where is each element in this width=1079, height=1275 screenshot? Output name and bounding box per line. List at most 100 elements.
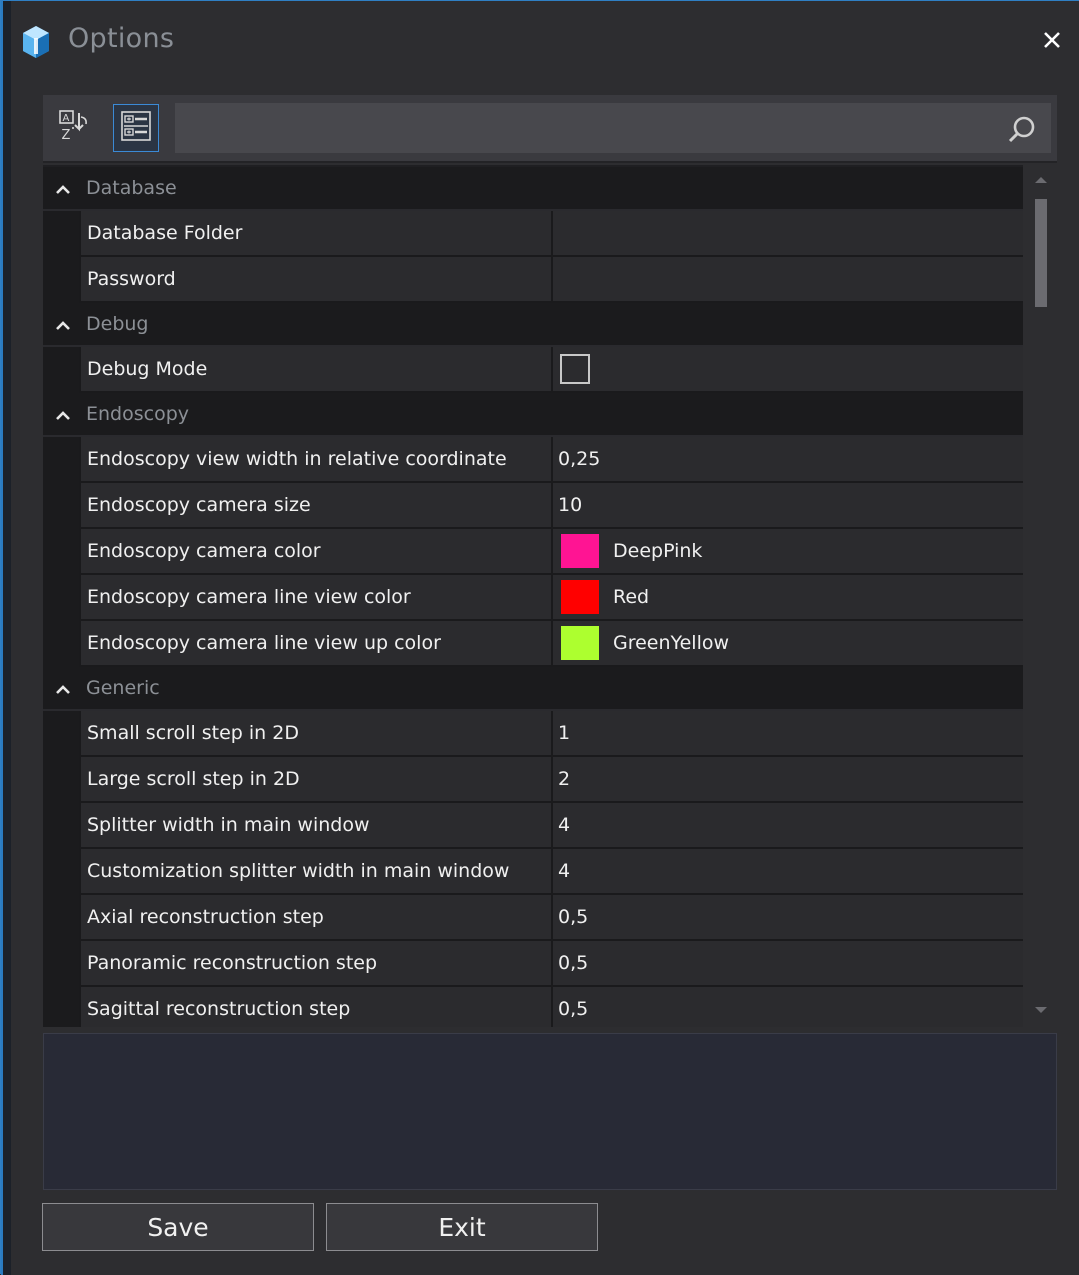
property-name-cell[interactable]: Customization splitter width in main win… xyxy=(79,849,553,895)
property-row[interactable]: Endoscopy camera size 10 xyxy=(43,483,1023,529)
close-button[interactable] xyxy=(1035,25,1069,59)
property-value-cell[interactable] xyxy=(553,257,1023,303)
property-row[interactable]: Endoscopy view width in relative coordin… xyxy=(43,437,1023,483)
property-value-cell[interactable]: 0,5 xyxy=(553,987,1023,1027)
property-value-cell[interactable]: 0,5 xyxy=(553,941,1023,987)
property-name-cell[interactable]: Endoscopy view width in relative coordin… xyxy=(79,437,553,483)
property-value-cell[interactable]: 0,25 xyxy=(553,437,1023,483)
debug-mode-checkbox[interactable] xyxy=(560,354,590,384)
category-row-generic[interactable]: Generic xyxy=(43,667,1023,711)
property-value-cell[interactable]: 10 xyxy=(553,483,1023,529)
property-name: Debug Mode xyxy=(87,358,208,380)
color-swatch xyxy=(561,580,599,614)
property-row[interactable]: Endoscopy camera line view color Red xyxy=(43,575,1023,621)
color-swatch xyxy=(561,626,599,660)
property-name-cell[interactable]: Axial reconstruction step xyxy=(79,895,553,941)
property-name-cell[interactable]: Endoscopy camera size xyxy=(79,483,553,529)
property-name-cell[interactable]: Panoramic reconstruction step xyxy=(79,941,553,987)
chevron-up-icon[interactable] xyxy=(53,679,73,699)
category-label: Endoscopy xyxy=(86,403,190,425)
property-name-cell[interactable]: Large scroll step in 2D xyxy=(79,757,553,803)
property-name-cell[interactable]: Database Folder xyxy=(79,211,553,257)
property-value-cell[interactable]: 2 xyxy=(553,757,1023,803)
save-button[interactable]: Save xyxy=(42,1203,314,1251)
category-row-endoscopy[interactable]: Endoscopy xyxy=(43,393,1023,437)
property-name-cell[interactable]: Endoscopy camera line view color xyxy=(79,575,553,621)
row-gutter xyxy=(43,575,79,621)
property-value-cell[interactable]: DeepPink xyxy=(553,529,1023,575)
row-gutter xyxy=(43,803,79,849)
chevron-up-icon[interactable] xyxy=(53,405,73,425)
app-logo-icon xyxy=(21,25,51,59)
property-row[interactable]: Axial reconstruction step 0,5 xyxy=(43,895,1023,941)
property-value-cell[interactable]: 4 xyxy=(553,803,1023,849)
search-input[interactable] xyxy=(175,103,995,153)
row-gutter xyxy=(43,941,79,987)
property-name-cell[interactable]: Small scroll step in 2D xyxy=(79,711,553,757)
scroll-down-arrow-icon[interactable] xyxy=(1031,1001,1051,1021)
property-row[interactable]: Debug Mode xyxy=(43,347,1023,393)
property-value: 0,5 xyxy=(558,906,589,928)
property-row[interactable]: Endoscopy camera line view up color Green… xyxy=(43,621,1023,667)
row-gutter xyxy=(43,211,79,257)
title-bar: Options xyxy=(1,1,1079,81)
row-gutter xyxy=(43,483,79,529)
scrollbar-thumb[interactable] xyxy=(1035,199,1047,307)
property-name: Sagittal reconstruction step xyxy=(87,998,351,1020)
property-row[interactable]: Customization splitter width in main win… xyxy=(43,849,1023,895)
row-gutter xyxy=(43,895,79,941)
category-row-debug[interactable]: Debug xyxy=(43,303,1023,347)
property-name: Password xyxy=(87,268,176,290)
property-row[interactable]: Sagittal reconstruction step 0,5 xyxy=(43,987,1023,1027)
search-icon[interactable] xyxy=(1005,113,1039,147)
property-value-cell[interactable] xyxy=(553,347,1023,393)
color-value: Red xyxy=(613,586,650,608)
color-swatch xyxy=(561,534,599,568)
property-row[interactable]: Splitter width in main window 4 xyxy=(43,803,1023,849)
sort-alphabetical-button[interactable]: A Z xyxy=(51,104,97,152)
property-row[interactable]: Panoramic reconstruction step 0,5 xyxy=(43,941,1023,987)
property-value-cell[interactable]: 4 xyxy=(553,849,1023,895)
property-name-cell[interactable]: Password xyxy=(79,257,553,303)
property-name-cell[interactable]: Sagittal reconstruction step xyxy=(79,987,553,1027)
property-value-cell[interactable] xyxy=(553,211,1023,257)
property-name: Panoramic reconstruction step xyxy=(87,952,378,974)
property-row[interactable]: Endoscopy camera color DeepPink xyxy=(43,529,1023,575)
property-value: 0,5 xyxy=(558,998,589,1020)
chevron-up-icon[interactable] xyxy=(53,179,73,199)
property-row[interactable]: Large scroll step in 2D 2 xyxy=(43,757,1023,803)
property-value-cell[interactable]: 0,5 xyxy=(553,895,1023,941)
property-name-cell[interactable]: Splitter width in main window xyxy=(79,803,553,849)
property-row[interactable]: Password xyxy=(43,257,1023,303)
vertical-scrollbar[interactable] xyxy=(1025,165,1057,1027)
property-grid-toolbar: A Z xyxy=(43,95,1057,163)
window-left-edge xyxy=(1,1,11,1275)
property-row[interactable]: Small scroll step in 2D 1 xyxy=(43,711,1023,757)
exit-button[interactable]: Exit xyxy=(326,1203,598,1251)
property-name: Axial reconstruction step xyxy=(87,906,324,928)
row-gutter xyxy=(43,347,79,393)
property-value-cell[interactable]: Red xyxy=(553,575,1023,621)
property-name: Endoscopy camera line view color xyxy=(87,586,411,608)
property-name-cell[interactable]: Endoscopy camera color xyxy=(79,529,553,575)
property-value-cell[interactable]: GreenYellow xyxy=(553,621,1023,667)
category-row-database[interactable]: Database xyxy=(43,167,1023,211)
property-name: Endoscopy camera size xyxy=(87,494,311,516)
property-value-cell[interactable]: 1 xyxy=(553,711,1023,757)
row-gutter xyxy=(43,257,79,303)
property-name: Customization splitter width in main win… xyxy=(87,860,510,882)
categorized-view-button[interactable] xyxy=(113,104,159,152)
property-name-cell[interactable]: Endoscopy camera line view up color xyxy=(79,621,553,667)
property-name: Endoscopy camera color xyxy=(87,540,321,562)
categorized-view-icon xyxy=(119,109,153,147)
property-name-cell[interactable]: Debug Mode xyxy=(79,347,553,393)
property-value: 4 xyxy=(558,860,571,882)
row-gutter xyxy=(43,849,79,895)
property-row[interactable]: Database Folder xyxy=(43,211,1023,257)
property-name: Database Folder xyxy=(87,222,243,244)
property-value: 4 xyxy=(558,814,571,836)
row-gutter xyxy=(43,757,79,803)
scroll-up-arrow-icon[interactable] xyxy=(1031,169,1051,189)
options-window: Options A Z Database Database Folder Pas… xyxy=(0,0,1079,1275)
chevron-up-icon[interactable] xyxy=(53,315,73,335)
